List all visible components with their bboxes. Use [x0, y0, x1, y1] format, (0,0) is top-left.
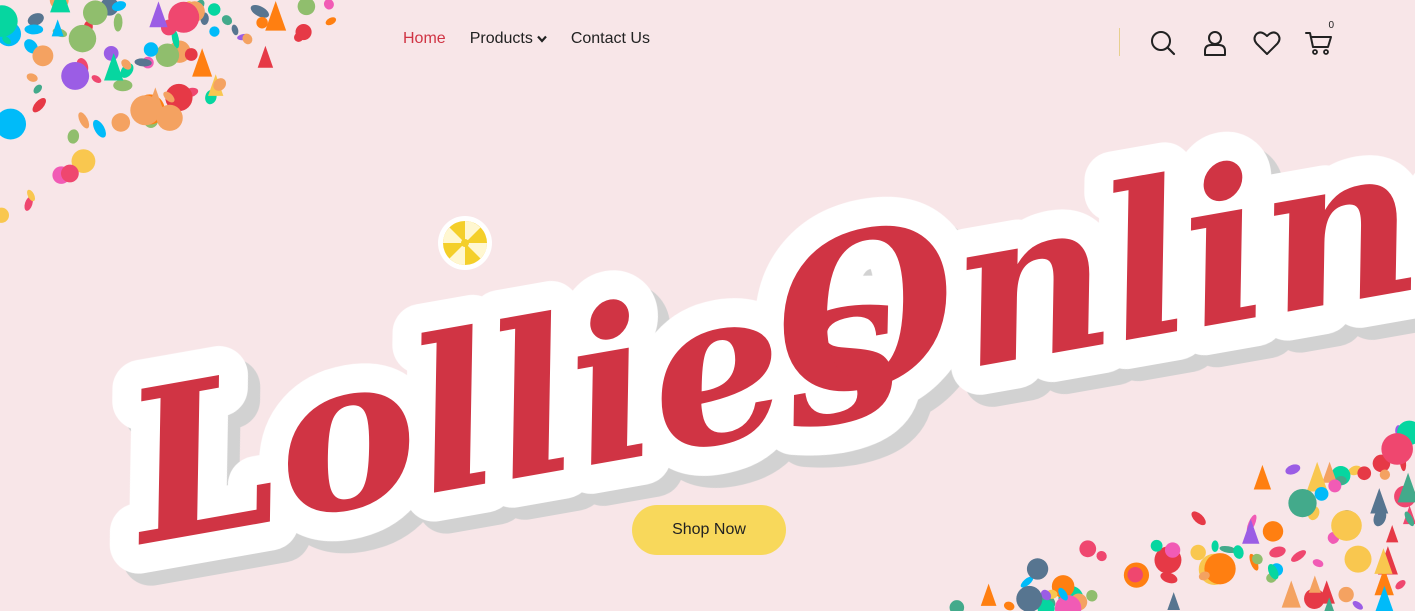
chevron-down-icon — [537, 30, 547, 48]
main-nav: Home Products Contact Us — [403, 30, 650, 48]
header-icons: 0 — [1148, 20, 1334, 58]
nav-home-link[interactable]: Home — [403, 30, 446, 48]
cart-icon[interactable]: 0 — [1304, 20, 1334, 58]
shop-now-button[interactable]: Shop Now — [632, 505, 786, 555]
heart-icon[interactable] — [1252, 28, 1282, 58]
user-icon[interactable] — [1200, 28, 1230, 58]
search-icon[interactable] — [1148, 28, 1178, 58]
nav-products-link[interactable]: Products — [470, 30, 547, 48]
swirl-lollipop-icon — [438, 216, 492, 270]
header-divider — [1119, 28, 1120, 56]
nav-contact-link[interactable]: Contact Us — [571, 30, 650, 48]
nav-products-label: Products — [469, 30, 533, 48]
cart-count-badge: 0 — [1328, 20, 1334, 31]
logo-word-online-fill: Online — [754, 70, 1415, 449]
